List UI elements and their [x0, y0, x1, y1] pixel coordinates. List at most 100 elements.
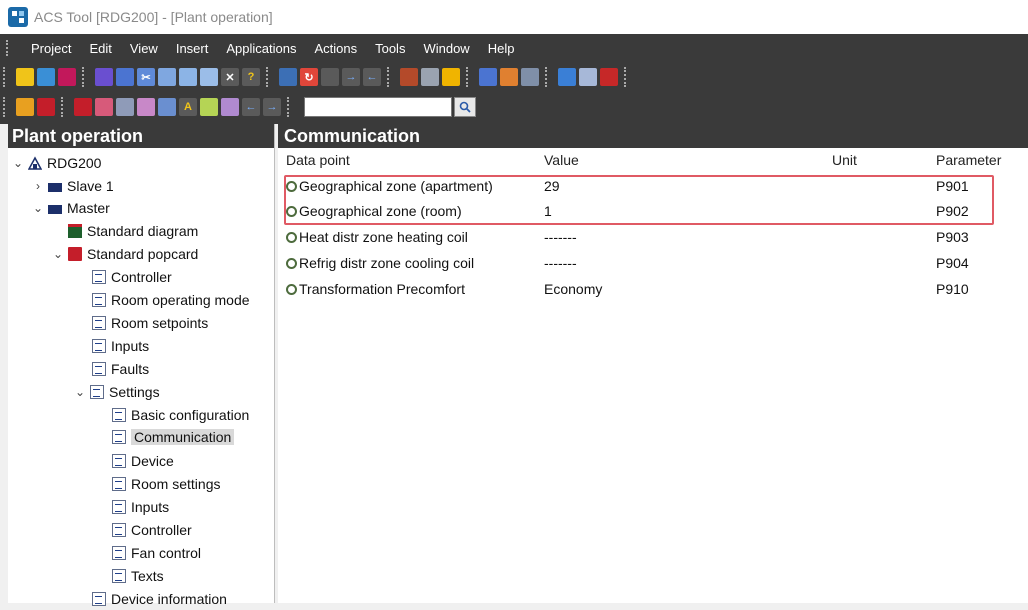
value-cell[interactable]: Economy — [544, 281, 602, 297]
table-row[interactable]: Transformation Precomfort Economy P910 — [278, 278, 1028, 302]
toolbar-separator — [287, 97, 297, 117]
tree-node-settings-controller[interactable]: Controller — [112, 519, 192, 541]
copy-icon[interactable] — [158, 68, 176, 86]
edit-note-icon[interactable] — [16, 98, 34, 116]
table-row[interactable]: Geographical zone (room) 1 P902 — [278, 200, 1028, 224]
tree-node-basic-configuration[interactable]: Basic configuration — [112, 404, 249, 426]
card-icon[interactable] — [74, 98, 92, 116]
tree-node-room-setpoints[interactable]: Room setpoints — [92, 312, 208, 334]
value-cell[interactable]: ------- — [544, 229, 577, 245]
value-cell[interactable]: 29 — [544, 178, 560, 194]
back-arrow-icon[interactable]: ← — [242, 98, 260, 116]
chevron-down-icon[interactable]: ⌄ — [74, 385, 86, 399]
highlight-icon[interactable] — [442, 68, 460, 86]
menu-actions[interactable]: Actions — [305, 41, 366, 56]
tree-node-room-operating-mode[interactable]: Room operating mode — [92, 289, 250, 311]
open-project-icon[interactable] — [37, 68, 55, 86]
search-button[interactable] — [454, 97, 476, 117]
tree-node-inputs[interactable]: Inputs — [92, 335, 149, 357]
tree-node-device-information[interactable]: Device information — [92, 588, 227, 610]
parameter-icon — [286, 206, 297, 217]
paste-special-icon[interactable] — [200, 68, 218, 86]
edit-icon[interactable] — [95, 68, 113, 86]
column-header-unit[interactable]: Unit — [832, 152, 857, 168]
value-cell[interactable]: ------- — [544, 255, 577, 271]
menu-edit[interactable]: Edit — [80, 41, 120, 56]
table-row[interactable]: Heat distr zone heating coil ------- P90… — [278, 226, 1028, 250]
tree-node-controller[interactable]: Controller — [92, 266, 172, 288]
tree-node-rdg200[interactable]: ⌄ RDG200 — [12, 152, 102, 174]
monitor-icon[interactable] — [521, 68, 539, 86]
forward-arrow-icon[interactable]: → — [263, 98, 281, 116]
menu-help[interactable]: Help — [479, 41, 524, 56]
tree-node-communication[interactable]: Communication — [112, 426, 235, 448]
menu-insert[interactable]: Insert — [167, 41, 218, 56]
menu-tools[interactable]: Tools — [366, 41, 414, 56]
search-input[interactable] — [304, 97, 452, 117]
document-icon[interactable] — [600, 68, 618, 86]
cut-icon[interactable]: ✂ — [137, 68, 155, 86]
tree-label: Inputs — [131, 499, 170, 515]
menu-applications[interactable]: Applications — [217, 41, 305, 56]
value-icon[interactable] — [158, 98, 176, 116]
window-icon[interactable] — [558, 68, 576, 86]
list-icon[interactable] — [579, 68, 597, 86]
tree-node-master[interactable]: ⌄ Master — [32, 197, 110, 219]
page-icon — [92, 316, 106, 330]
tool-icon[interactable] — [321, 68, 339, 86]
tree-node-slave-1[interactable]: › Slave 1 — [32, 175, 114, 197]
tree-node-settings[interactable]: ⌄ Settings — [74, 381, 160, 403]
tree-node-standard-popcard[interactable]: ⌄ Standard popcard — [52, 243, 198, 265]
menu-project[interactable]: Project — [22, 41, 80, 56]
paste-icon[interactable] — [179, 68, 197, 86]
tree-node-room-settings[interactable]: Room settings — [112, 473, 220, 495]
arrow-right-icon[interactable]: → — [342, 68, 360, 86]
help-icon[interactable]: ? — [242, 68, 260, 86]
tree-node-fan-control[interactable]: Fan control — [112, 542, 201, 564]
parameter-cell: P902 — [936, 203, 969, 219]
data-point-cell: Geographical zone (room) — [286, 203, 462, 219]
refresh-icon[interactable]: ↻ — [300, 68, 318, 86]
diagnose-icon[interactable] — [500, 68, 518, 86]
connect-icon[interactable] — [279, 68, 297, 86]
menu-grip-icon[interactable] — [6, 40, 14, 56]
table-row[interactable]: Refrig distr zone cooling coil ------- P… — [278, 252, 1028, 276]
column-header-parameter[interactable]: Parameter — [936, 152, 1001, 168]
tree-node-settings-inputs[interactable]: Inputs — [112, 496, 169, 518]
table-row[interactable]: Geographical zone (apartment) 29 P901 — [278, 175, 1028, 199]
text-icon[interactable]: A — [179, 98, 197, 116]
delete-icon[interactable]: ✕ — [221, 68, 239, 86]
tree-label: Room setpoints — [111, 315, 209, 331]
menu-window[interactable]: Window — [414, 41, 478, 56]
chevron-down-icon[interactable]: ⌄ — [32, 201, 44, 215]
menu-view[interactable]: View — [121, 41, 167, 56]
parameter-cell: P910 — [936, 281, 969, 297]
settings-icon[interactable] — [421, 68, 439, 86]
page-icon[interactable] — [116, 98, 134, 116]
tree-node-standard-diagram[interactable]: Standard diagram — [68, 220, 198, 242]
card-edit-icon[interactable] — [95, 98, 113, 116]
column-header-data-point[interactable]: Data point — [286, 152, 350, 168]
value-cell[interactable]: 1 — [544, 203, 552, 219]
arrow-left-icon[interactable]: ← — [363, 68, 381, 86]
tree-node-faults[interactable]: Faults — [92, 358, 149, 380]
save-project-icon[interactable] — [58, 68, 76, 86]
parameter-icon[interactable] — [200, 98, 218, 116]
data-point-cell: Heat distr zone heating coil — [286, 229, 468, 245]
column-header-value[interactable]: Value — [544, 152, 579, 168]
toolbar-grip-icon[interactable] — [3, 67, 13, 87]
toolbar-grip-icon[interactable] — [3, 97, 13, 117]
parameter-edit-icon[interactable] — [221, 98, 239, 116]
user-icon[interactable] — [400, 68, 418, 86]
tree-node-device[interactable]: Device — [112, 450, 174, 472]
properties-icon[interactable] — [116, 68, 134, 86]
new-project-icon[interactable] — [16, 68, 34, 86]
page-icon — [112, 523, 126, 537]
popcard-icon[interactable] — [37, 98, 55, 116]
chevron-right-icon[interactable]: › — [32, 179, 44, 193]
chevron-down-icon[interactable]: ⌄ — [52, 247, 64, 261]
link-icon[interactable] — [137, 98, 155, 116]
tree-node-texts[interactable]: Texts — [112, 565, 164, 587]
network-icon[interactable] — [479, 68, 497, 86]
chevron-down-icon[interactable]: ⌄ — [12, 156, 24, 170]
